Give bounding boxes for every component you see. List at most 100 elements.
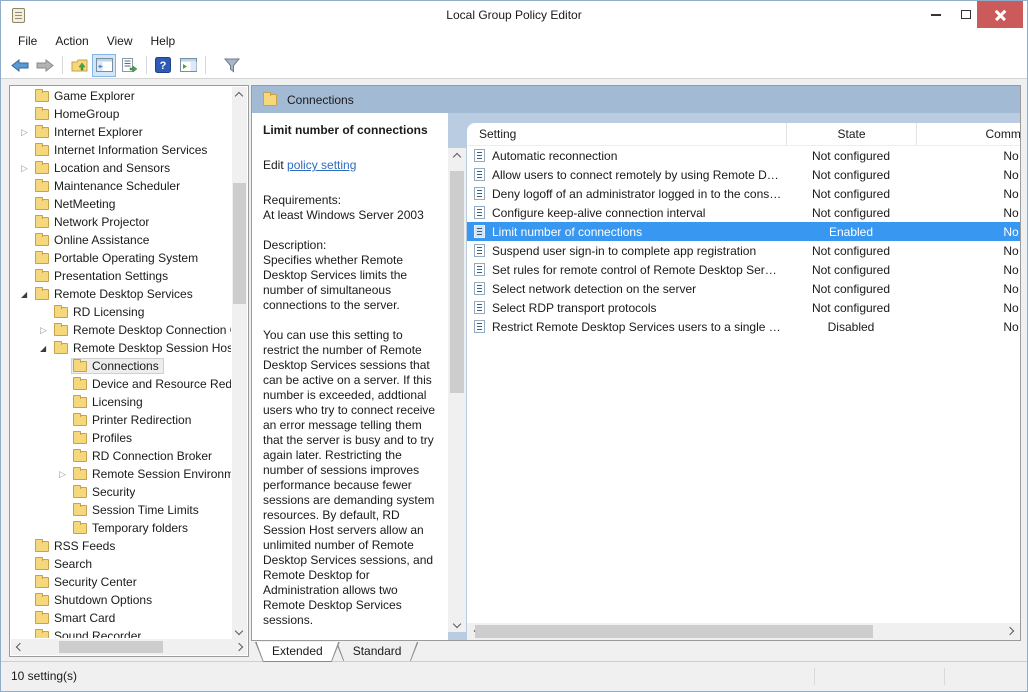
scroll-down-arrow[interactable] (232, 625, 246, 639)
tree-item-location-sensors[interactable]: Location and Sensors (11, 159, 231, 177)
back-button[interactable] (8, 54, 32, 77)
scroll-left-arrow[interactable] (11, 640, 25, 654)
forward-button[interactable] (33, 54, 57, 77)
scroll-down-arrow[interactable] (450, 618, 464, 632)
column-header-setting[interactable]: Setting (467, 123, 786, 145)
filter-button[interactable] (220, 54, 244, 77)
menu-action[interactable]: Action (46, 32, 97, 50)
node-header-title: Connections (287, 93, 354, 107)
state-value: Not configured (786, 298, 916, 317)
status-bar: 10 setting(s) (1, 661, 1027, 691)
tree-item-security[interactable]: Security (11, 483, 231, 501)
setting-row[interactable]: Configure keep-alive connection interval… (467, 203, 1020, 222)
tree-item-smart-card[interactable]: Smart Card (11, 609, 231, 627)
expand-icon[interactable] (21, 127, 35, 138)
setting-row[interactable]: Select RDP transport protocolsNot config… (467, 298, 1020, 317)
tree-item-maintenance-scheduler[interactable]: Maintenance Scheduler (11, 177, 231, 195)
tree-item-internet-explorer[interactable]: Internet Explorer (11, 123, 231, 141)
scroll-up-arrow[interactable] (450, 148, 464, 162)
collapse-icon[interactable] (40, 344, 54, 353)
policy-setting-link[interactable]: policy setting (287, 158, 356, 172)
scrollbar-thumb[interactable] (59, 641, 163, 653)
comment-value: No (916, 203, 1020, 222)
folder-icon (73, 415, 87, 426)
tree-item-homegroup[interactable]: HomeGroup (11, 105, 231, 123)
column-header-comment[interactable]: Comment (916, 123, 1020, 145)
expand-icon[interactable] (21, 163, 35, 174)
menu-view[interactable]: View (98, 32, 142, 50)
toolbar: ? (1, 52, 1027, 79)
setting-row[interactable]: Set rules for remote control of Remote D… (467, 260, 1020, 279)
setting-row[interactable]: Deny logoff of an administrator logged i… (467, 184, 1020, 203)
tree-item-online-assistance[interactable]: Online Assistance (11, 231, 231, 249)
requirements-value: At least Windows Server 2003 (263, 208, 438, 223)
tab-standard[interactable]: Standard (336, 642, 419, 662)
expand-icon[interactable] (59, 469, 73, 480)
policy-description-panel: Limit number of connections Edit policy … (252, 113, 448, 640)
tree-item-portable-os[interactable]: Portable Operating System (11, 249, 231, 267)
close-button[interactable] (977, 1, 1023, 28)
tree-item-sound-recorder[interactable]: Sound Recorder (11, 627, 231, 638)
tree-item-licensing[interactable]: Licensing (11, 393, 231, 411)
folder-icon (35, 271, 49, 282)
minimize-button[interactable] (921, 1, 951, 28)
setting-row[interactable]: Allow users to connect remotely by using… (467, 165, 1020, 184)
tree-item-presentation-settings[interactable]: Presentation Settings (11, 267, 231, 285)
scroll-right-arrow[interactable] (233, 640, 247, 654)
window-title: Local Group Policy Editor (1, 1, 1027, 30)
list-horizontal-scrollbar[interactable] (467, 623, 1020, 640)
tree-item-game-explorer[interactable]: Game Explorer (11, 87, 231, 105)
menu-file[interactable]: File (9, 32, 46, 50)
column-header-state[interactable]: State (786, 123, 916, 145)
scrollbar-thumb[interactable] (233, 183, 246, 304)
tree-item-network-projector[interactable]: Network Projector (11, 213, 231, 231)
scroll-right-arrow[interactable] (1004, 624, 1018, 638)
tree-item-netmeeting[interactable]: NetMeeting (11, 195, 231, 213)
policy-icon (474, 206, 485, 219)
folder-icon (35, 91, 49, 102)
description-scrollbar[interactable] (448, 148, 466, 632)
tree-item-printer-redirection[interactable]: Printer Redirection (11, 411, 231, 429)
tree-item-iis[interactable]: Internet Information Services (11, 141, 231, 159)
up-one-level-button[interactable] (67, 54, 91, 77)
tree-horizontal-scrollbar[interactable] (11, 639, 247, 655)
folder-icon (73, 397, 87, 408)
folder-icon (35, 127, 49, 138)
tree-vertical-scrollbar[interactable] (232, 87, 247, 639)
tree-item-search[interactable]: Search (11, 555, 231, 573)
tree-item-temporary-folders[interactable]: Temporary folders (11, 519, 231, 537)
tree-item-profiles[interactable]: Profiles (11, 429, 231, 447)
show-action-pane-button[interactable] (176, 54, 200, 77)
setting-row-selected[interactable]: Limit number of connectionsEnabledNo (467, 222, 1020, 241)
tab-extended[interactable]: Extended (255, 642, 340, 662)
tree-item-rd-licensing[interactable]: RD Licensing (11, 303, 231, 321)
tree-item-shutdown-options[interactable]: Shutdown Options (11, 591, 231, 609)
scrollbar-thumb[interactable] (475, 625, 873, 638)
tree-item-remote-session-environment[interactable]: Remote Session Environment (11, 465, 231, 483)
tree-item-security-center[interactable]: Security Center (11, 573, 231, 591)
show-console-tree-button[interactable] (92, 54, 116, 77)
status-text: 10 setting(s) (11, 662, 77, 690)
tree-item-session-time-limits[interactable]: Session Time Limits (11, 501, 231, 519)
setting-row[interactable]: Select network detection on the serverNo… (467, 279, 1020, 298)
setting-row[interactable]: Automatic reconnectionNot configuredNo (467, 146, 1020, 165)
setting-row[interactable]: Restrict Remote Desktop Services users t… (467, 317, 1020, 336)
scroll-up-arrow[interactable] (232, 87, 246, 101)
tree-item-rss-feeds[interactable]: RSS Feeds (11, 537, 231, 555)
setting-row[interactable]: Suspend user sign-in to complete app reg… (467, 241, 1020, 260)
folder-icon (35, 163, 49, 174)
tree-item-device-resource-redirection[interactable]: Device and Resource Redirection (11, 375, 231, 393)
menu-help[interactable]: Help (142, 32, 185, 50)
help-button[interactable]: ? (151, 54, 175, 77)
scrollbar-thumb[interactable] (450, 171, 464, 393)
folder-icon (73, 523, 87, 534)
collapse-icon[interactable] (21, 290, 35, 299)
expand-icon[interactable] (40, 325, 54, 336)
tree-item-connections[interactable]: Connections (11, 357, 231, 375)
tree-item-rdc-client[interactable]: Remote Desktop Connection Client (11, 321, 231, 339)
export-list-button[interactable] (117, 54, 141, 77)
tree-item-rd-session-host[interactable]: Remote Desktop Session Host (11, 339, 231, 357)
tree-item-remote-desktop-services[interactable]: Remote Desktop Services (11, 285, 231, 303)
console-tree-icon (96, 58, 113, 72)
tree-item-rd-connection-broker[interactable]: RD Connection Broker (11, 447, 231, 465)
